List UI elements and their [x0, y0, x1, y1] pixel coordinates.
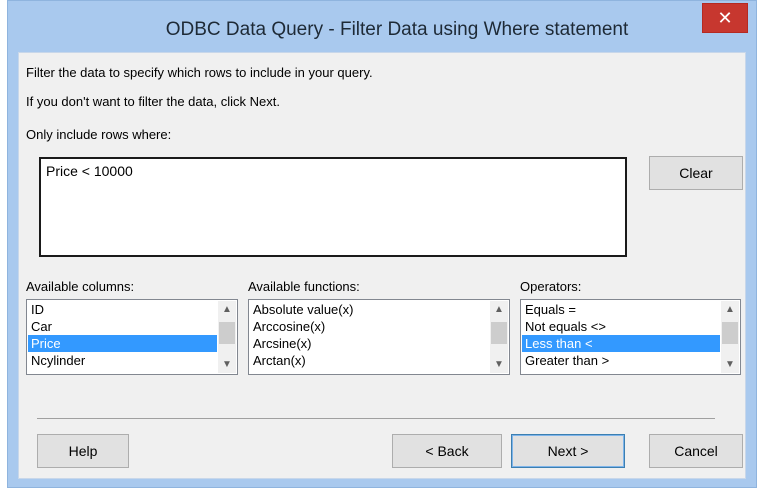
scroll-down-arrow-icon[interactable]: ▼	[218, 356, 236, 373]
title-bar[interactable]: ODBC Data Query - Filter Data using Wher…	[8, 1, 756, 58]
instruction-line-1: Filter the data to specify which rows to…	[26, 65, 373, 80]
separator-line	[37, 418, 715, 419]
list-item[interactable]: Not equals <>	[522, 318, 720, 335]
columns-scrollbar[interactable]: ▲ ▼	[218, 301, 236, 373]
scroll-up-arrow-icon[interactable]: ▲	[218, 301, 236, 318]
available-functions-label: Available functions:	[248, 279, 360, 294]
clear-button[interactable]: Clear	[649, 156, 743, 190]
list-item[interactable]: ID	[28, 301, 217, 318]
scroll-up-arrow-icon[interactable]: ▲	[721, 301, 739, 318]
dialog-window: ODBC Data Query - Filter Data using Wher…	[7, 0, 757, 488]
cancel-button[interactable]: Cancel	[649, 434, 743, 468]
available-columns-list[interactable]: ID Car Price Ncylinder ▲ ▼	[26, 299, 238, 375]
rows-where-label: Only include rows where:	[26, 127, 172, 142]
list-item[interactable]: Arccosine(x)	[250, 318, 489, 335]
scroll-down-arrow-icon[interactable]: ▼	[721, 356, 739, 373]
operators-list[interactable]: Equals = Not equals <> Less than < Great…	[520, 299, 741, 375]
list-item[interactable]: Arctan(x)	[250, 352, 489, 369]
functions-scrollbar[interactable]: ▲ ▼	[490, 301, 508, 373]
window-title: ODBC Data Query - Filter Data using Wher…	[165, 19, 629, 40]
available-functions-list[interactable]: Absolute value(x) Arccosine(x) Arcsine(x…	[248, 299, 510, 375]
back-button[interactable]: < Back	[392, 434, 502, 468]
available-columns-label: Available columns:	[26, 279, 135, 294]
help-button[interactable]: Help	[37, 434, 129, 468]
close-icon: ✕	[717, 7, 733, 28]
list-item[interactable]: Absolute value(x)	[250, 301, 489, 318]
where-condition-text: Price < 10000	[46, 163, 133, 179]
scroll-thumb[interactable]	[722, 322, 738, 344]
instruction-line-2: If you don't want to filter the data, cl…	[26, 94, 280, 109]
list-item[interactable]: Ncylinder	[28, 352, 217, 369]
dialog-body: Filter the data to specify which rows to…	[18, 52, 746, 479]
scroll-thumb[interactable]	[491, 322, 507, 344]
list-item[interactable]: Arcsine(x)	[250, 335, 489, 352]
list-item[interactable]: Greater than >	[522, 352, 720, 369]
scroll-thumb[interactable]	[219, 322, 235, 344]
where-condition-textbox[interactable]: Price < 10000	[39, 157, 627, 257]
list-item-selected[interactable]: Less than <	[522, 335, 720, 352]
list-item[interactable]: Equals =	[522, 301, 720, 318]
close-button[interactable]: ✕	[702, 3, 748, 33]
scroll-up-arrow-icon[interactable]: ▲	[490, 301, 508, 318]
operators-label: Operators:	[520, 279, 582, 294]
operators-scrollbar[interactable]: ▲ ▼	[721, 301, 739, 373]
scroll-down-arrow-icon[interactable]: ▼	[490, 356, 508, 373]
next-button[interactable]: Next >	[511, 434, 625, 468]
list-item-selected[interactable]: Price	[28, 335, 217, 352]
list-item[interactable]: Car	[28, 318, 217, 335]
